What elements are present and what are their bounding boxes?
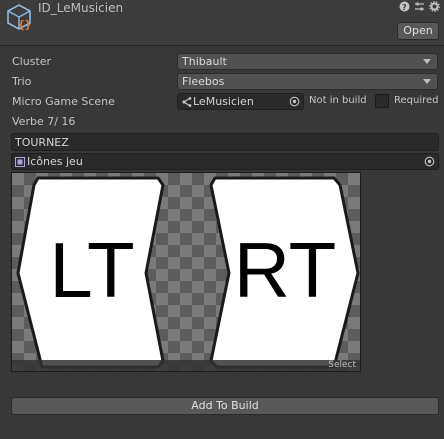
rt-text: RT bbox=[234, 226, 337, 314]
help-icon[interactable]: ? bbox=[399, 1, 410, 12]
verbe-value: TOURNEZ bbox=[15, 136, 69, 149]
verbe-text-field[interactable]: TOURNEZ bbox=[11, 133, 439, 151]
cluster-value: Thibault bbox=[182, 55, 227, 68]
trio-value: Fleebos bbox=[182, 75, 225, 88]
add-to-build-button[interactable]: Add To Build bbox=[11, 397, 439, 415]
scriptable-object-icon: {} bbox=[4, 2, 34, 32]
rt-trigger-icon: RT bbox=[209, 176, 360, 369]
inspector-header: {} ID_LeMusicien ? Open bbox=[0, 0, 444, 46]
object-picker-icon[interactable] bbox=[424, 156, 435, 170]
chevron-down-icon bbox=[423, 79, 431, 84]
required-label: Required bbox=[394, 95, 439, 106]
select-label[interactable]: Select bbox=[328, 360, 356, 371]
scene-value: LeMusicien bbox=[193, 95, 254, 108]
preview-footer bbox=[12, 360, 360, 371]
scene-object-field[interactable]: LeMusicien bbox=[177, 93, 304, 110]
required-checkbox[interactable] bbox=[375, 94, 389, 108]
scene-build-status: Not in build bbox=[309, 95, 367, 106]
scene-label: Micro Game Scene bbox=[12, 95, 115, 108]
cluster-label: Cluster bbox=[12, 55, 52, 68]
open-button[interactable]: Open bbox=[397, 22, 439, 40]
trio-dropdown[interactable]: Fleebos bbox=[177, 73, 438, 90]
chevron-down-icon bbox=[423, 59, 431, 64]
verbe-label: Verbe 7/ 16 bbox=[12, 115, 76, 128]
cluster-dropdown[interactable]: Thibault bbox=[177, 53, 438, 70]
lt-text: LT bbox=[49, 226, 134, 314]
sprite-icon bbox=[15, 157, 25, 170]
icons-object-field[interactable]: Icônes jeu bbox=[11, 153, 439, 170]
asset-title: ID_LeMusicien bbox=[38, 1, 124, 15]
sprite-preview[interactable]: LT RT Select bbox=[11, 172, 361, 372]
lt-trigger-icon: LT bbox=[16, 176, 165, 369]
svg-text:?: ? bbox=[402, 3, 407, 12]
preset-icon[interactable] bbox=[414, 1, 425, 12]
object-picker-icon[interactable] bbox=[289, 96, 300, 110]
settings-icon[interactable] bbox=[429, 1, 440, 12]
trio-label: Trio bbox=[12, 75, 32, 88]
scene-icon bbox=[182, 97, 192, 110]
svg-text:{}: {} bbox=[18, 18, 31, 31]
icons-value: Icônes jeu bbox=[27, 155, 83, 168]
